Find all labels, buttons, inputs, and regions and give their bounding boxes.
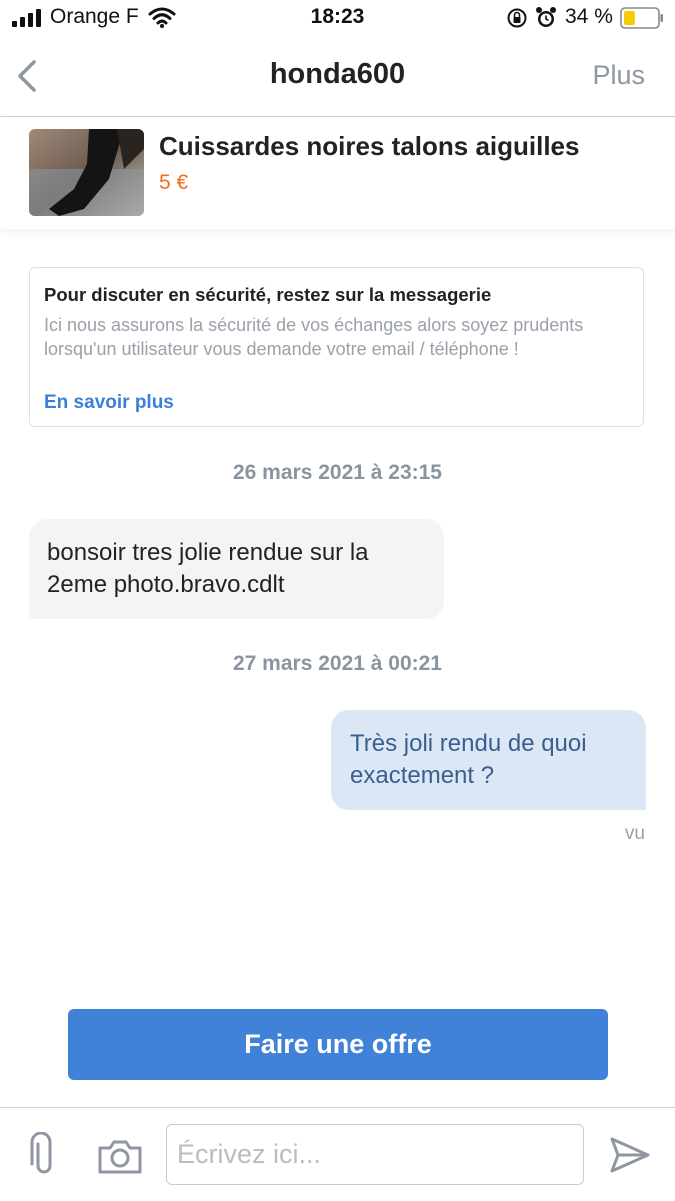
message-date: 26 mars 2021 à 23:15 (232, 461, 442, 484)
battery-icon (620, 7, 663, 29)
alarm-icon (536, 7, 556, 27)
status-bar: Orange F 18:23 34 % (0, 0, 675, 38)
notice-title: Pour discuter en sécurité, restez sur la… (44, 284, 492, 305)
message-input[interactable] (166, 1124, 584, 1185)
more-button[interactable]: Plus (592, 60, 645, 91)
read-receipt: vu (624, 823, 645, 844)
message-composer (0, 1107, 675, 1201)
listing-header[interactable]: Cuissardes noires talons aiguilles 5 € (0, 117, 675, 229)
rotation-lock-icon (507, 8, 527, 28)
camera-icon[interactable] (96, 1136, 144, 1176)
battery-percentage: 34 % (565, 5, 613, 28)
navigation-bar: honda600 Plus (0, 38, 675, 117)
send-icon[interactable] (606, 1134, 652, 1176)
paperclip-icon[interactable] (28, 1132, 60, 1178)
listing-title: Cuissardes noires talons aiguilles (159, 131, 580, 161)
safety-notice: Pour discuter en sécurité, restez sur la… (29, 267, 644, 427)
outgoing-message[interactable]: Très joli rendu de quoi exactement ? (331, 710, 646, 810)
listing-price: 5 € (159, 171, 189, 194)
make-offer-button[interactable]: Faire une offre (68, 1009, 608, 1080)
incoming-message[interactable]: bonsoir tres jolie rendue sur la 2eme ph… (29, 519, 444, 619)
notice-body: Ici nous assurons la sécurité de vos éch… (44, 315, 584, 359)
conversation-title: honda600 (269, 58, 406, 90)
learn-more-link[interactable]: En savoir plus (44, 392, 174, 414)
listing-thumbnail[interactable] (29, 129, 144, 216)
message-date: 27 mars 2021 à 00:21 (232, 652, 442, 675)
